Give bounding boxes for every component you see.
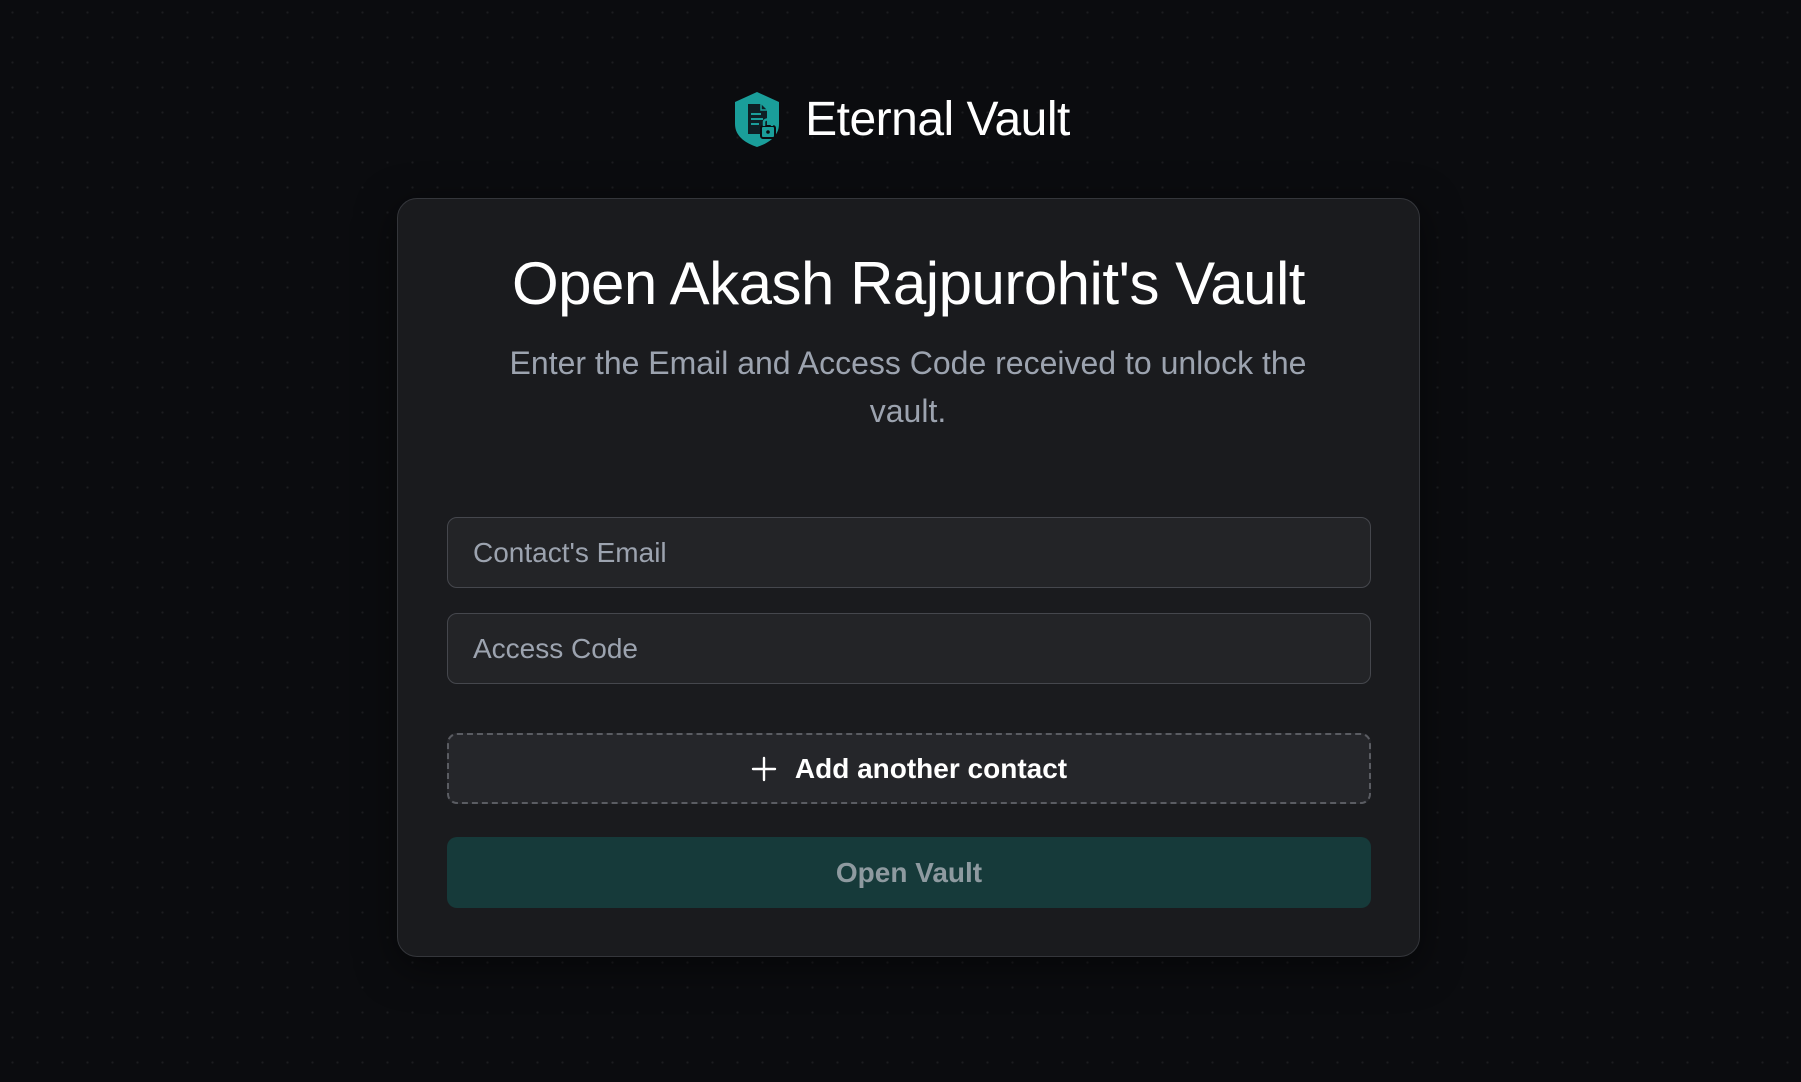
page-subtitle: Enter the Email and Access Code received… xyxy=(509,345,1307,429)
plus-icon xyxy=(751,756,777,781)
open-vault-button[interactable]: Open Vault xyxy=(447,837,1371,908)
unlock-vault-card: Open Akash Rajpurohit's Vault Enter the … xyxy=(397,198,1420,957)
open-vault-label: Open Vault xyxy=(835,856,983,888)
page-title: Open Akash Rajpurohit's Vault xyxy=(512,250,1305,317)
add-another-contact-button[interactable]: Add another contact xyxy=(447,733,1371,804)
add-another-contact-label: Add another contact xyxy=(794,752,1068,784)
access-code-input[interactable] xyxy=(447,613,1371,684)
brand-name: Eternal Vault xyxy=(805,92,1070,146)
brand-header: Eternal Vault xyxy=(0,88,1801,150)
shield-document-lock-icon xyxy=(735,92,780,147)
contact-email-input[interactable] xyxy=(447,517,1371,588)
